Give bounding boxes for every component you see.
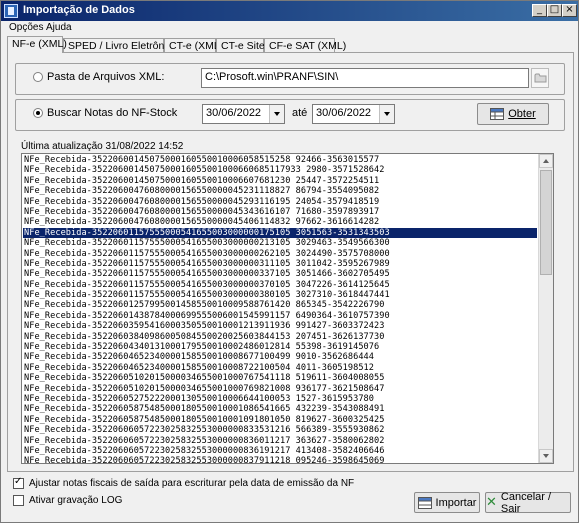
import-dialog: Importação de Dados _ □ × Opções Ajuda N… [0,0,579,523]
import-button[interactable]: Importar [414,492,480,513]
list-item[interactable]: NFe_Recebida-352206001450750001605500100… [23,176,537,186]
window-title: Importação de Dados [23,4,135,16]
list-item[interactable]: NFe_Recebida-352206052752220001305500100… [23,394,537,404]
list-item[interactable]: NFe_Recebida-352206001450750001605500100… [23,155,537,165]
title-bar: Importação de Dados _ □ × [1,1,578,21]
list-item[interactable]: NFe_Recebida-352206011575550005416550030… [23,280,537,290]
list-item[interactable]: NFe_Recebida-352206012579950014585500100… [23,300,537,310]
tab-cte-site[interactable]: CT-e Site [216,38,265,53]
adjust-date-checkbox[interactable] [13,476,24,489]
list-item[interactable]: NFe_Recebida-352206051020150000346550010… [23,384,537,394]
list-item[interactable]: NFe_Recebida-352206011575550005416550030… [23,269,537,279]
import-label: Importar [435,496,477,509]
last-update-text: Última atualização 31/08/2022 14:52 [21,141,184,152]
menu-bar: Opções Ajuda [1,21,578,35]
list-item[interactable]: NFe_Recebida-352206046523400001585500100… [23,352,537,362]
stock-source-radio[interactable] [33,108,43,118]
adjust-date-label: Ajustar notas fiscais de saída para escr… [29,478,355,489]
list-item[interactable]: NFe_Recebida-352206011575550005416550030… [23,259,537,269]
tab-cfe-sat[interactable]: CF-e SAT (XML) [264,38,346,53]
folder-icon [534,73,547,83]
app-icon [4,4,18,18]
minimize-button[interactable]: _ [532,4,547,17]
date-from-select[interactable]: 30/06/2022 [202,104,285,124]
chevron-down-icon[interactable] [379,105,394,123]
menu-ajuda[interactable]: Ajuda [46,22,72,33]
log-label: Ativar gravação LOG [29,495,123,506]
list-item[interactable]: NFe_Recebida-352206004760800001565500000… [23,217,537,227]
list-item[interactable]: NFe_Recebida-352206004760800001565500000… [23,186,537,196]
close-button[interactable]: × [562,4,577,17]
chevron-down-icon[interactable] [269,105,284,123]
nfe-file-list[interactable]: NFe_Recebida-352206001450750001605500100… [21,153,554,464]
cancel-exit-label: Cancelar / Sair [500,490,552,515]
date-range-separator: até [292,107,308,119]
obter-label: Obter [508,108,536,120]
file-list-items: NFe_Recebida-352206001450750001605500100… [23,155,537,463]
list-item[interactable]: NFe_Recebida-352206004760800001565500000… [23,197,537,207]
cancel-exit-button[interactable]: ✕ Cancelar / Sair [485,490,571,515]
list-item[interactable]: NFe_Recebida-352206058754850001805500100… [23,404,537,414]
close-icon: ✕ [486,495,497,510]
scroll-down-icon[interactable] [539,449,553,463]
tab-nfe-xml[interactable]: NF-e (XML) [7,36,67,53]
list-item[interactable]: NFe_Recebida-352206011575550005416550030… [23,249,537,259]
list-item[interactable]: NFe_Recebida-352206038409860050845500200… [23,332,537,342]
list-item[interactable]: NFe_Recebida-352206004760800001565500000… [23,207,537,217]
list-item[interactable]: NFe_Recebida-352206001450750001605500100… [23,165,537,175]
import-icon [417,496,432,509]
list-item[interactable]: NFe_Recebida-352206046523400001585500100… [23,363,537,373]
browse-folder-button[interactable] [531,68,549,88]
list-item[interactable]: NFe_Recebida-352206060572230258325530000… [23,456,537,463]
tab-cte-xml[interactable]: CT-e (XML) [164,38,223,53]
list-item[interactable]: NFe_Recebida-352206060572230258325530000… [23,425,537,435]
list-item[interactable]: NFe_Recebida-352206011575550005416550030… [23,238,537,248]
menu-opcoes[interactable]: Opções [9,22,43,33]
date-from-value: 30/06/2022 [206,107,262,119]
list-item[interactable]: NFe_Recebida-352206060572230258325530000… [23,436,537,446]
list-item[interactable]: NFe_Recebida-352206011575550005416550030… [23,290,537,300]
folder-source-label: Pasta de Arquivos XML: [47,71,165,83]
list-scrollbar[interactable] [538,154,553,463]
list-item[interactable]: NFe_Recebida-352206051020150000346550010… [23,373,537,383]
folder-source-radio[interactable] [33,72,43,82]
list-item[interactable]: NFe_Recebida-352206060572230258325530000… [23,446,537,456]
scroll-up-icon[interactable] [539,154,553,168]
date-to-value: 30/06/2022 [316,107,372,119]
scroll-thumb[interactable] [540,170,552,275]
stock-source-label: Buscar Notas do NF-Stock [47,107,178,119]
table-icon [490,108,505,120]
maximize-button[interactable]: □ [547,4,562,17]
list-item[interactable]: NFe_Recebida-352206058754850001805500100… [23,415,537,425]
list-item[interactable]: NFe_Recebida-352206014387840006995550060… [23,311,537,321]
date-to-select[interactable]: 30/06/2022 [312,104,395,124]
tab-sped[interactable]: SPED / Livro Eletrônico [63,38,178,53]
list-item[interactable]: NFe_Recebida-352206043401310001795500100… [23,342,537,352]
folder-path-input[interactable]: C:\Prosoft.win\PRANF\SIN\ [201,68,529,88]
list-item[interactable]: NFe_Recebida-352206035954160003505500100… [23,321,537,331]
list-item[interactable]: NFe_Recebida-352206011575550005416550030… [23,227,537,239]
log-checkbox[interactable] [13,495,24,506]
obter-button[interactable]: Obter [477,103,549,125]
